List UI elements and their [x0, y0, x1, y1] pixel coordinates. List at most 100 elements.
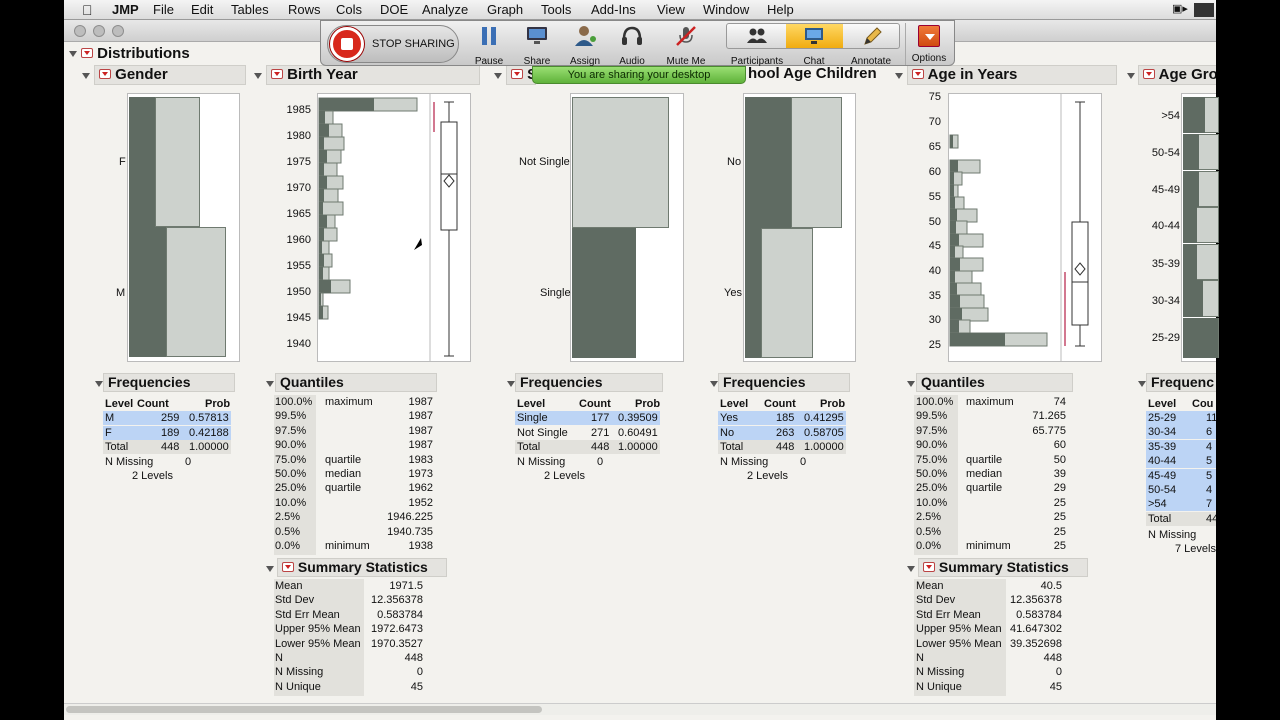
annotate-button[interactable]: Annotate	[846, 25, 896, 67]
zoom-button[interactable]	[112, 25, 124, 37]
menu-view[interactable]: View	[657, 2, 685, 17]
table-row: 100.0% maximum 74	[916, 396, 1066, 408]
axis-label-single: Single	[540, 287, 571, 299]
tick-label: 1940	[286, 338, 311, 350]
table-row[interactable]: 40-44 5	[1146, 454, 1216, 469]
mute-me-button[interactable]: Mute Me	[661, 25, 711, 67]
options-button[interactable]: Options	[905, 25, 953, 65]
stop-sharing-button[interactable]: STOP SHARING	[327, 25, 459, 63]
apple-icon[interactable]: 	[82, 2, 93, 18]
menu-help[interactable]: Help	[767, 2, 794, 17]
tick-label: 1965	[286, 208, 311, 220]
table-row[interactable]: 45-49 5	[1146, 468, 1216, 483]
menu-window[interactable]: Window	[703, 2, 749, 17]
close-button[interactable]	[74, 25, 86, 37]
table-row[interactable]: Single 177 0.39509	[515, 411, 660, 425]
table-row: 50.0% median 1973	[275, 468, 433, 480]
disclosure-icon[interactable]	[82, 70, 90, 82]
disclosure-icon[interactable]	[895, 70, 903, 82]
menu-doe[interactable]: DOE	[380, 2, 408, 17]
table-row[interactable]: >54 7	[1146, 497, 1216, 512]
red-triangle-icon[interactable]	[511, 69, 523, 79]
section-header-summary: Summary Statistics	[918, 558, 1088, 577]
menu-file[interactable]: File	[153, 2, 174, 17]
red-triangle-icon[interactable]	[81, 48, 93, 58]
levels-count: 7 Levels	[1175, 543, 1216, 555]
histogram-bar-selected	[319, 111, 325, 124]
table-row[interactable]: 50-54 4	[1146, 483, 1216, 497]
share-button[interactable]: Share	[512, 25, 562, 67]
histogram-bar-selected	[319, 228, 324, 241]
menu-tables[interactable]: Tables	[231, 2, 269, 17]
tick-label: 50	[928, 216, 941, 228]
disclosure-icon[interactable]	[69, 51, 77, 57]
chat-button[interactable]: Chat	[789, 25, 839, 67]
histogram-bar-selected	[319, 241, 322, 254]
table-row[interactable]: 30-34 6	[1146, 425, 1216, 440]
table-row[interactable]: F 189 0.42188	[103, 426, 231, 440]
table-row: 2.5% 25	[916, 511, 1066, 524]
table-row: Std Err Mean 0.583784	[275, 608, 423, 621]
menu-tools[interactable]: Tools	[541, 2, 571, 17]
histogram-bar-selected	[319, 137, 324, 150]
pause-button[interactable]: Pause	[464, 25, 514, 67]
menu-app[interactable]: JMP	[112, 2, 139, 17]
table-row[interactable]: No 263 0.58705	[718, 426, 846, 440]
axis-label-no: No	[727, 156, 742, 168]
mosaic-plot-single	[570, 93, 684, 362]
histogram-bar-selected	[319, 215, 327, 228]
menu-addins[interactable]: Add-Ins	[591, 2, 636, 17]
bar-no-dark	[745, 97, 792, 228]
table-row: 0.5% 25	[916, 525, 1066, 538]
table-row: N 448	[275, 652, 423, 664]
disclosure-icon[interactable]	[710, 378, 718, 390]
disclosure-icon[interactable]	[254, 70, 262, 82]
audio-button[interactable]: Audio	[607, 25, 657, 67]
assign-button[interactable]: Assign	[560, 25, 610, 67]
red-triangle-icon[interactable]	[99, 69, 111, 79]
menu-analyze[interactable]: Analyze	[422, 2, 468, 17]
red-triangle-icon[interactable]	[271, 69, 283, 79]
disclosure-icon[interactable]	[907, 563, 915, 575]
table-row: Mean 1971.5	[275, 580, 423, 592]
minimize-button[interactable]	[93, 25, 105, 37]
scrollbar-thumb[interactable]	[66, 706, 542, 713]
table-row: Mean 40.5	[916, 580, 1062, 592]
mosaic-segment-selected	[1183, 318, 1218, 358]
table-row: Std Dev 12.356378	[275, 594, 423, 607]
table-row[interactable]: 25-29 11	[1146, 411, 1216, 425]
disclosure-icon[interactable]	[266, 378, 274, 390]
disclosure-icon[interactable]	[1127, 70, 1135, 82]
table-header: Level Count Prob	[720, 398, 846, 410]
disclosure-icon[interactable]	[1138, 378, 1146, 390]
histogram-bar-selected	[950, 197, 955, 210]
table-row[interactable]: 35-39 4	[1146, 439, 1216, 454]
menu-cols[interactable]: Cols	[336, 2, 362, 17]
menu-edit[interactable]: Edit	[191, 2, 213, 17]
disclosure-icon[interactable]	[907, 378, 915, 390]
disclosure-icon[interactable]	[95, 378, 103, 390]
red-triangle-icon[interactable]	[923, 562, 935, 572]
disclosure-icon[interactable]	[507, 378, 515, 390]
table-row: 99.5% 71.265	[916, 410, 1066, 423]
table-row: N 448	[916, 652, 1062, 664]
table-row[interactable]: M 259 0.57813	[103, 411, 231, 425]
disclosure-icon[interactable]	[266, 563, 274, 575]
camera-icon[interactable]: ▣▸	[1172, 2, 1188, 15]
menu-rows[interactable]: Rows	[288, 2, 321, 17]
table-row: 50.0% median 39	[916, 468, 1066, 480]
n-missing: N Missing 0	[720, 456, 807, 468]
red-triangle-icon[interactable]	[1143, 69, 1155, 79]
menu-graph[interactable]: Graph	[487, 2, 523, 17]
histogram-bar-selected	[319, 176, 327, 189]
menubar-extra-icon[interactable]	[1194, 3, 1214, 17]
horizontal-scrollbar[interactable]	[64, 703, 1216, 715]
disclosure-icon[interactable]	[494, 70, 502, 82]
mosaic-segment-selected	[1183, 244, 1197, 280]
table-row[interactable]: Yes 185 0.41295	[718, 411, 846, 425]
red-triangle-icon[interactable]	[912, 69, 924, 79]
histogram-bar-selected	[319, 267, 323, 280]
table-row[interactable]: Not Single 271 0.60491	[515, 426, 660, 440]
participants-button[interactable]: Participants	[730, 25, 784, 67]
red-triangle-icon[interactable]	[282, 562, 294, 572]
